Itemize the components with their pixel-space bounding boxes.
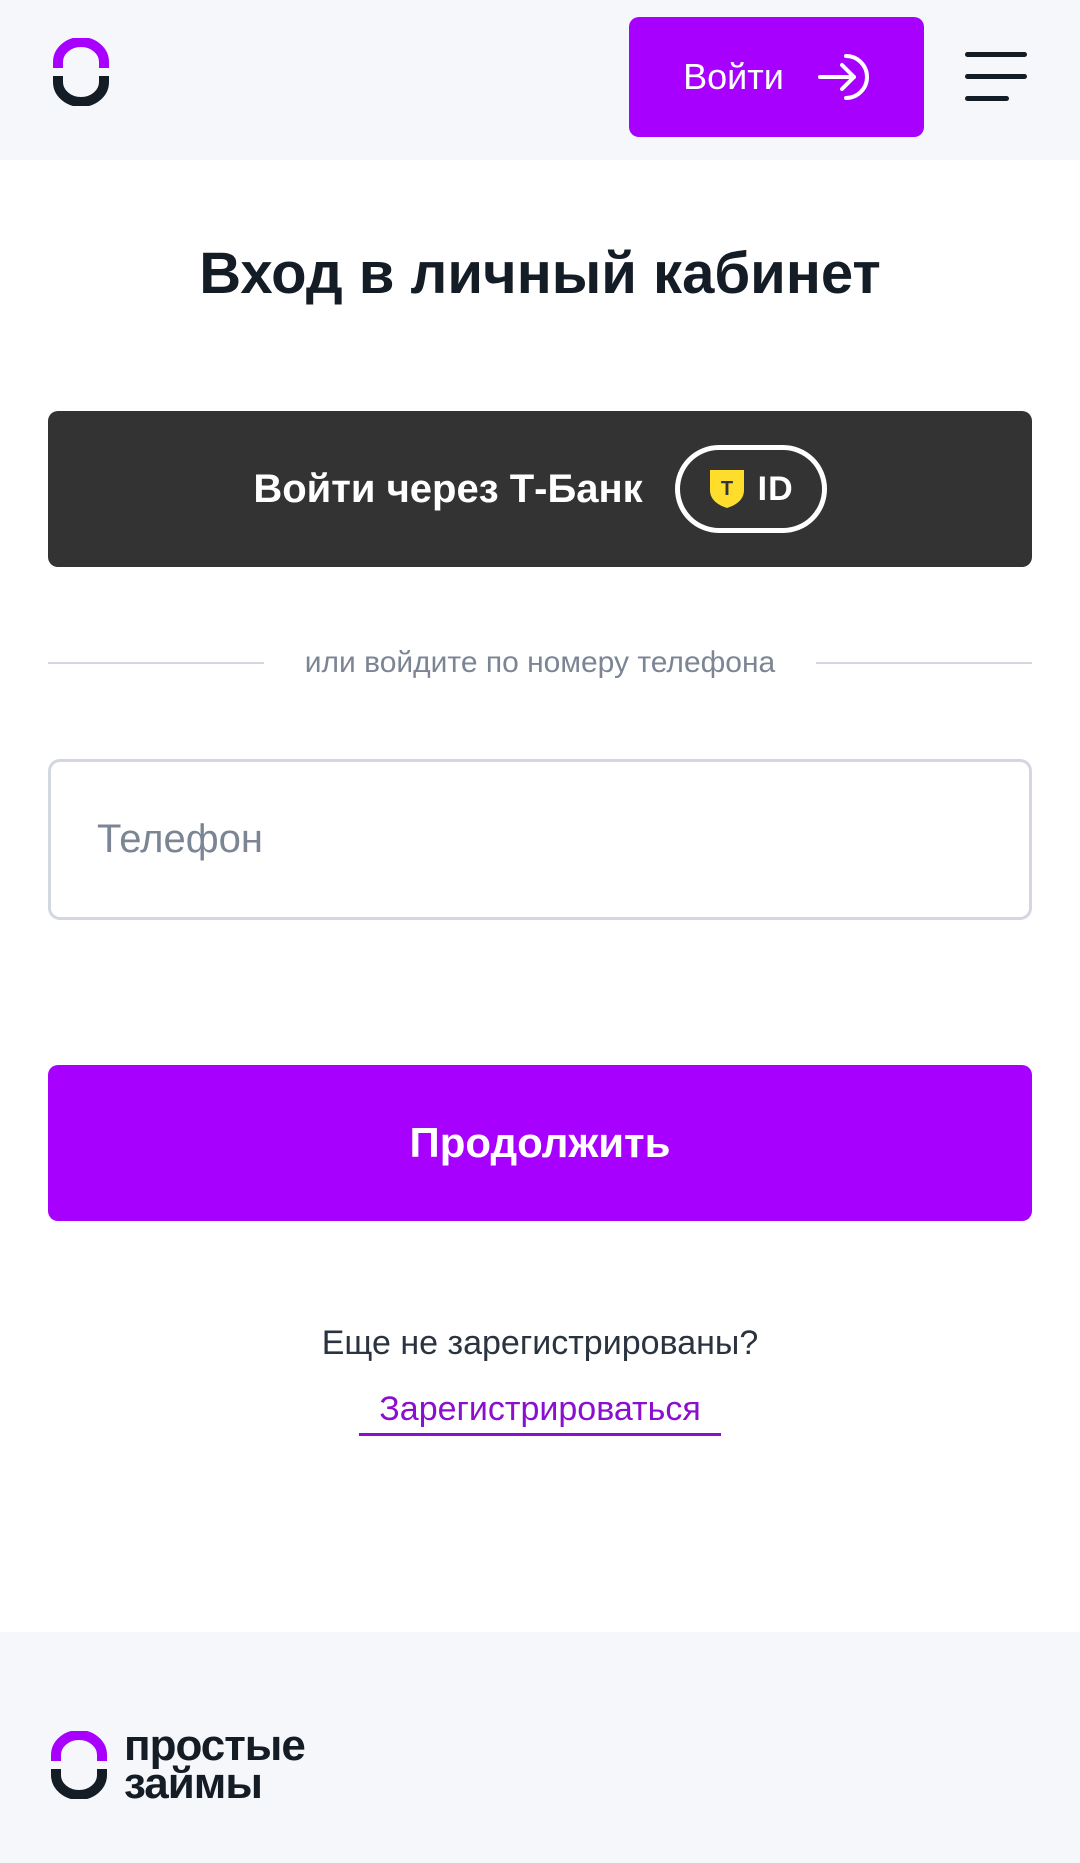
site-footer: простые займы xyxy=(0,1632,1080,1863)
brand-ring-icon xyxy=(51,1731,107,1799)
tbank-id-text: ID xyxy=(757,469,794,508)
login-arrow-icon xyxy=(817,54,869,100)
page-title: Вход в личный кабинет xyxy=(199,241,881,306)
tbank-id-badge: T ID xyxy=(674,445,827,533)
header-login-button[interactable]: Войти xyxy=(629,17,924,137)
hamburger-menu-icon[interactable] xyxy=(965,52,1027,102)
login-page: Войти Вход в личный кабинет Войти через … xyxy=(0,0,1080,1863)
phone-input[interactable] xyxy=(48,759,1032,920)
logo-icon[interactable] xyxy=(50,37,112,107)
not-registered-text: Еще не зарегистрированы? xyxy=(321,1324,759,1362)
divider-line-right xyxy=(816,662,1032,664)
footer-logo[interactable]: простые займы xyxy=(48,1724,306,1808)
register-link[interactable]: Зарегистрироваться xyxy=(359,1390,721,1436)
tbank-shield-icon: T xyxy=(709,470,744,508)
svg-text:T: T xyxy=(721,478,733,500)
footer-brand-line2: займы xyxy=(124,1759,263,1808)
footer-brand-name: простые займы xyxy=(124,1724,306,1808)
header-login-label: Войти xyxy=(683,56,784,97)
tbank-login-button[interactable]: Войти через Т-Банк T ID xyxy=(48,411,1032,567)
tbank-login-label: Войти через Т-Банк xyxy=(253,466,643,511)
site-header: Войти xyxy=(0,0,1080,160)
continue-button[interactable]: Продолжить xyxy=(48,1065,1032,1221)
